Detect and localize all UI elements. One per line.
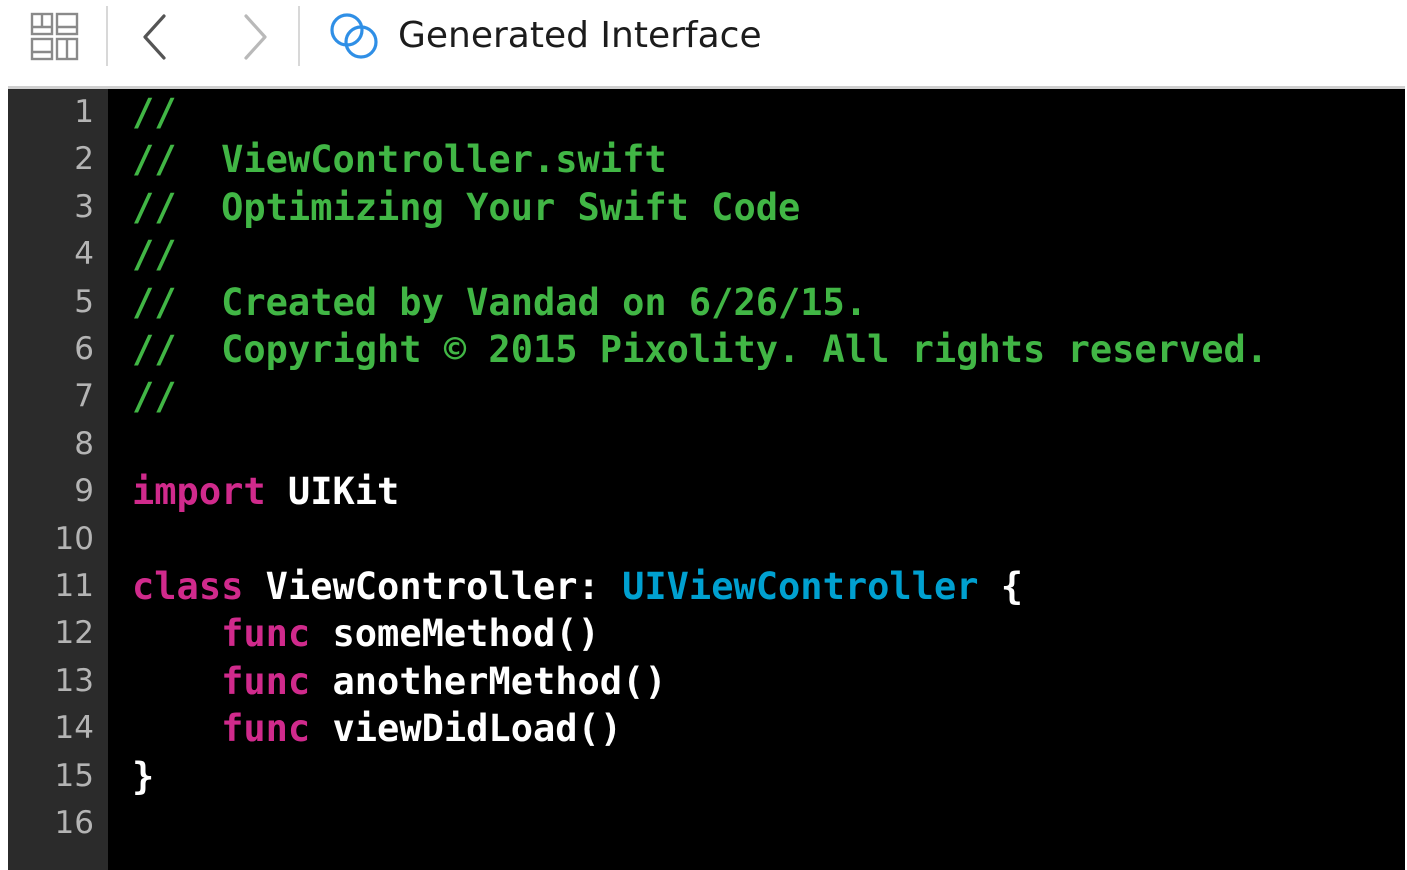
code-token-plain: } [132,754,155,798]
code-token-comment: // Created by Vandad on 6/26/15. [132,280,868,324]
code-token-keyword: func [221,707,311,751]
toolbar-separator [298,6,300,66]
editor-jump-bar: Generated Interface [0,0,1407,86]
code-token-type: UIViewController [622,565,979,608]
code-line[interactable]: // [132,89,177,136]
line-number: 2 [74,141,94,178]
code-token-comment: // [132,375,177,419]
code-token-keyword: import [132,470,266,514]
line-number-gutter: 1 2 3 4 5 6 7 8 9 10 11 12 13 14 15 16 [8,89,108,870]
code-token-plain: viewDidLoad() [310,707,623,751]
code-token-comment: // ViewController.swift [132,138,667,182]
line-number: 7 [74,378,94,415]
line-number: 1 [74,94,94,130]
code-line[interactable]: class ViewController: UIViewController { [132,563,1023,610]
code-token-plain: UIKit [265,470,400,514]
code-line[interactable]: } [132,753,154,800]
code-token-plain: ViewController: [243,565,623,608]
code-token-keyword: class [132,565,244,608]
back-chevron-icon[interactable] [140,12,170,62]
code-line[interactable]: // Optimizing Your Swift Code [132,184,800,231]
code-line[interactable]: // Copyright © 2015 Pixolity. All rights… [132,326,1268,373]
related-items-grid-icon[interactable] [30,12,80,62]
code-token-comment: // Copyright © 2015 Pixolity. All rights… [132,328,1269,371]
code-token-comment: // Optimizing Your Swift Code [132,185,801,229]
code-token-plain: anotherMethod() [310,659,667,703]
generated-interface-icon[interactable] [327,10,383,64]
line-number: 12 [54,615,94,652]
forward-chevron-icon[interactable] [240,12,270,62]
code-token-comment: // [132,233,177,277]
jump-bar-title[interactable]: Generated Interface [398,14,762,58]
line-number: 14 [54,710,94,747]
code-token-comment: // [132,91,177,134]
code-line[interactable]: import UIKit [132,468,399,515]
line-number: 5 [74,283,94,320]
line-number: 8 [74,425,94,462]
line-number: 11 [54,568,94,604]
code-token-plain: someMethod() [310,612,600,656]
code-line[interactable]: // Created by Vandad on 6/26/15. [132,279,867,326]
line-number: 15 [54,757,94,794]
line-number: 6 [74,331,94,367]
code-token-plain: { [978,565,1024,608]
code-line[interactable]: func someMethod() [132,610,600,657]
code-line[interactable]: // [132,231,177,278]
line-number: 3 [74,188,94,225]
code-token-keyword: func [221,659,311,703]
line-number: 13 [54,662,94,699]
code-token-keyword: func [221,612,311,656]
code-editor[interactable]: 1 2 3 4 5 6 7 8 9 10 11 12 13 14 15 16 //// ViewControl… [8,89,1405,870]
code-line[interactable]: // ViewController.swift [132,136,667,183]
line-number: 4 [74,236,94,273]
code-line[interactable]: func anotherMethod() [132,658,667,705]
code-line[interactable]: func viewDidLoad() [132,705,622,752]
line-number: 9 [74,473,94,510]
code-line[interactable]: // [132,373,177,420]
toolbar-separator [106,6,108,66]
line-number: 10 [54,520,94,557]
line-number: 16 [54,805,94,841]
